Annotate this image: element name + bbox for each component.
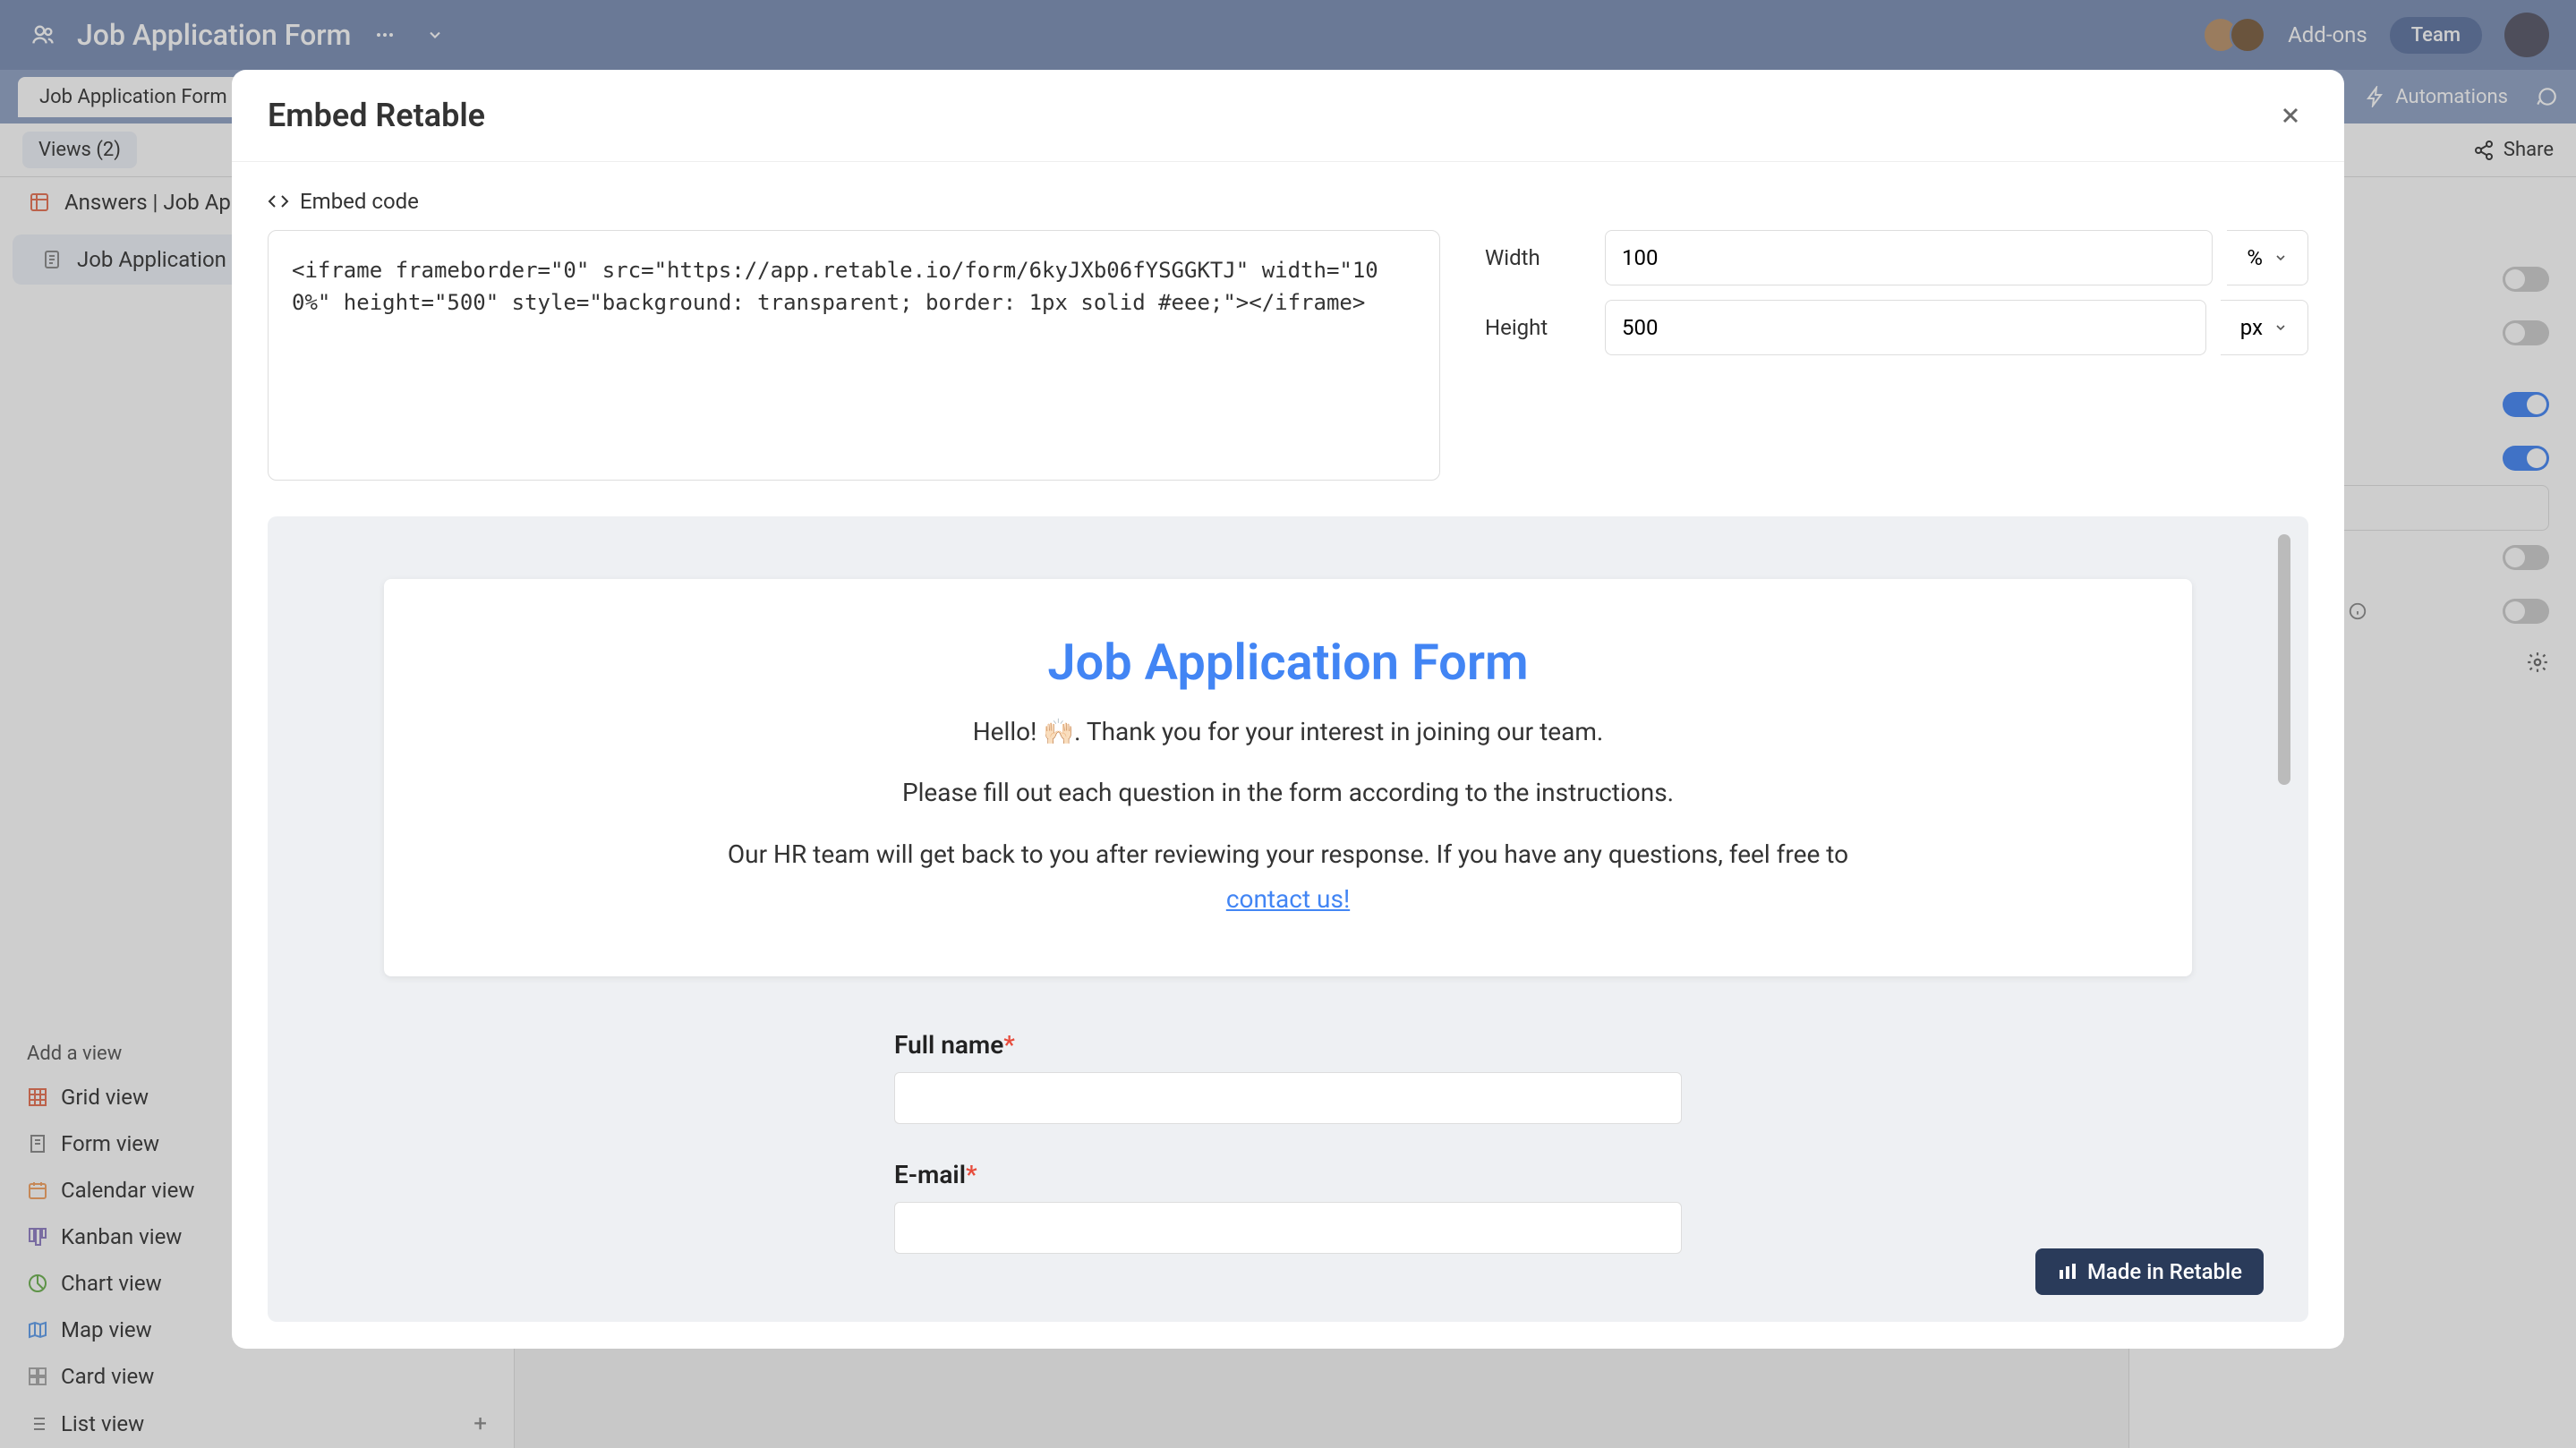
modal-header: Embed Retable bbox=[232, 70, 2344, 162]
form-preview-wrap: Job Application Form Hello! 🙌🏻. Thank yo… bbox=[268, 516, 2308, 1322]
width-row: Width 100 % bbox=[1485, 230, 2308, 285]
field-label: E-mail* bbox=[894, 1160, 1682, 1189]
form-desc-1: Hello! 🙌🏻. Thank you for your interest i… bbox=[456, 710, 2120, 754]
close-button[interactable] bbox=[2273, 98, 2308, 133]
preview-scrollbar[interactable] bbox=[2278, 534, 2290, 1304]
width-label: Width bbox=[1485, 245, 1583, 270]
height-input[interactable]: 500 bbox=[1605, 300, 2206, 355]
embed-row: <iframe frameborder="0" src="https://app… bbox=[268, 230, 2308, 481]
form-header-card: Job Application Form Hello! 🙌🏻. Thank yo… bbox=[384, 579, 2192, 976]
email-input[interactable] bbox=[894, 1202, 1682, 1254]
height-row: Height 500 px bbox=[1485, 300, 2308, 355]
modal-body: Embed code <iframe frameborder="0" src="… bbox=[232, 162, 2344, 1349]
field-label: Full name* bbox=[894, 1030, 1682, 1060]
code-icon bbox=[268, 191, 289, 212]
field-email: E-mail* bbox=[894, 1160, 1682, 1254]
height-label: Height bbox=[1485, 315, 1583, 340]
made-in-retable-badge[interactable]: Made in Retable bbox=[2035, 1248, 2264, 1295]
form-desc-3: Our HR team will get back to you after r… bbox=[456, 832, 2120, 923]
embed-modal: Embed Retable Embed code <iframe framebo… bbox=[232, 70, 2344, 1349]
modal-overlay: Embed Retable Embed code <iframe framebo… bbox=[0, 0, 2576, 1448]
unit-label: px bbox=[2240, 315, 2263, 340]
embed-label-row: Embed code bbox=[268, 189, 2308, 214]
embed-label: Embed code bbox=[300, 189, 419, 214]
dimension-controls: Width 100 % Height 500 px bbox=[1485, 230, 2308, 481]
form-desc-2: Please fill out each question in the for… bbox=[456, 771, 2120, 815]
fullname-input[interactable] bbox=[894, 1072, 1682, 1124]
field-fullname: Full name* bbox=[894, 1030, 1682, 1124]
modal-title: Embed Retable bbox=[268, 97, 485, 134]
height-unit-select[interactable]: px bbox=[2221, 300, 2308, 355]
width-input[interactable]: 100 bbox=[1605, 230, 2213, 285]
embed-code-box[interactable]: <iframe frameborder="0" src="https://app… bbox=[268, 230, 1440, 481]
badge-label: Made in Retable bbox=[2087, 1259, 2242, 1284]
contact-link[interactable]: contact us! bbox=[1226, 884, 1350, 914]
width-unit-select[interactable]: % bbox=[2227, 230, 2308, 285]
form-title: Job Application Form bbox=[456, 633, 2120, 692]
unit-label: % bbox=[2247, 245, 2263, 270]
